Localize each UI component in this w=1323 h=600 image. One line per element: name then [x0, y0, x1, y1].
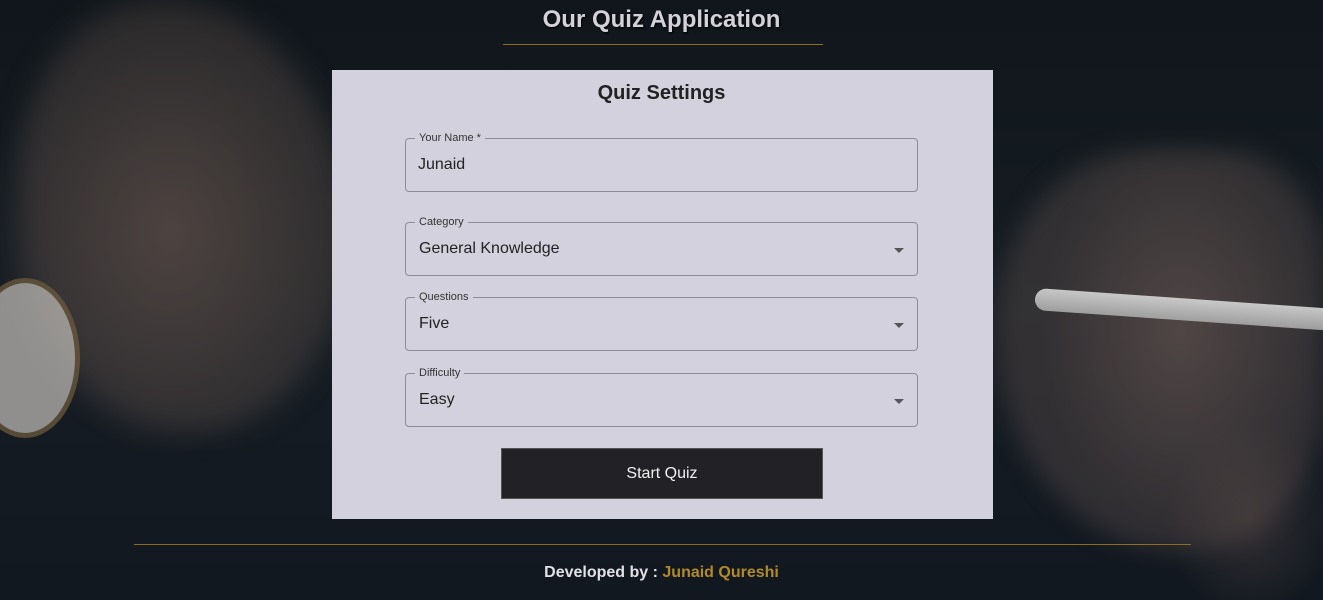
footer-prefix: Developed by :	[544, 564, 663, 581]
footer-author: Junaid Qureshi	[662, 564, 779, 581]
background-right-hand	[995, 150, 1323, 550]
name-field[interactable]: Your Name *	[405, 131, 918, 192]
difficulty-field-label: Difficulty	[415, 366, 465, 380]
questions-field-label: Questions	[415, 290, 473, 304]
chevron-down-icon	[894, 248, 904, 253]
questions-selected-value: Five	[419, 315, 450, 332]
category-field-label: Category	[415, 215, 468, 229]
category-select[interactable]: Category General Knowledge	[405, 215, 918, 276]
questions-select[interactable]: Questions Five	[405, 290, 918, 351]
chevron-down-icon	[894, 323, 904, 328]
start-quiz-button[interactable]: Start Quiz	[501, 448, 823, 499]
title-divider	[503, 44, 823, 45]
name-input[interactable]	[418, 150, 888, 180]
chevron-down-icon	[894, 399, 904, 404]
difficulty-selected-value: Easy	[419, 391, 455, 408]
settings-title: Quiz Settings	[597, 82, 726, 104]
difficulty-select[interactable]: Difficulty Easy	[405, 366, 918, 427]
app-title: Our Quiz Application	[542, 6, 781, 33]
footer: Developed by : Junaid Qureshi	[0, 564, 1323, 582]
name-field-label: Your Name *	[415, 131, 485, 145]
category-selected-value: General Knowledge	[419, 240, 560, 257]
footer-divider	[134, 544, 1191, 545]
app-header: Our Quiz Application	[0, 6, 1323, 34]
